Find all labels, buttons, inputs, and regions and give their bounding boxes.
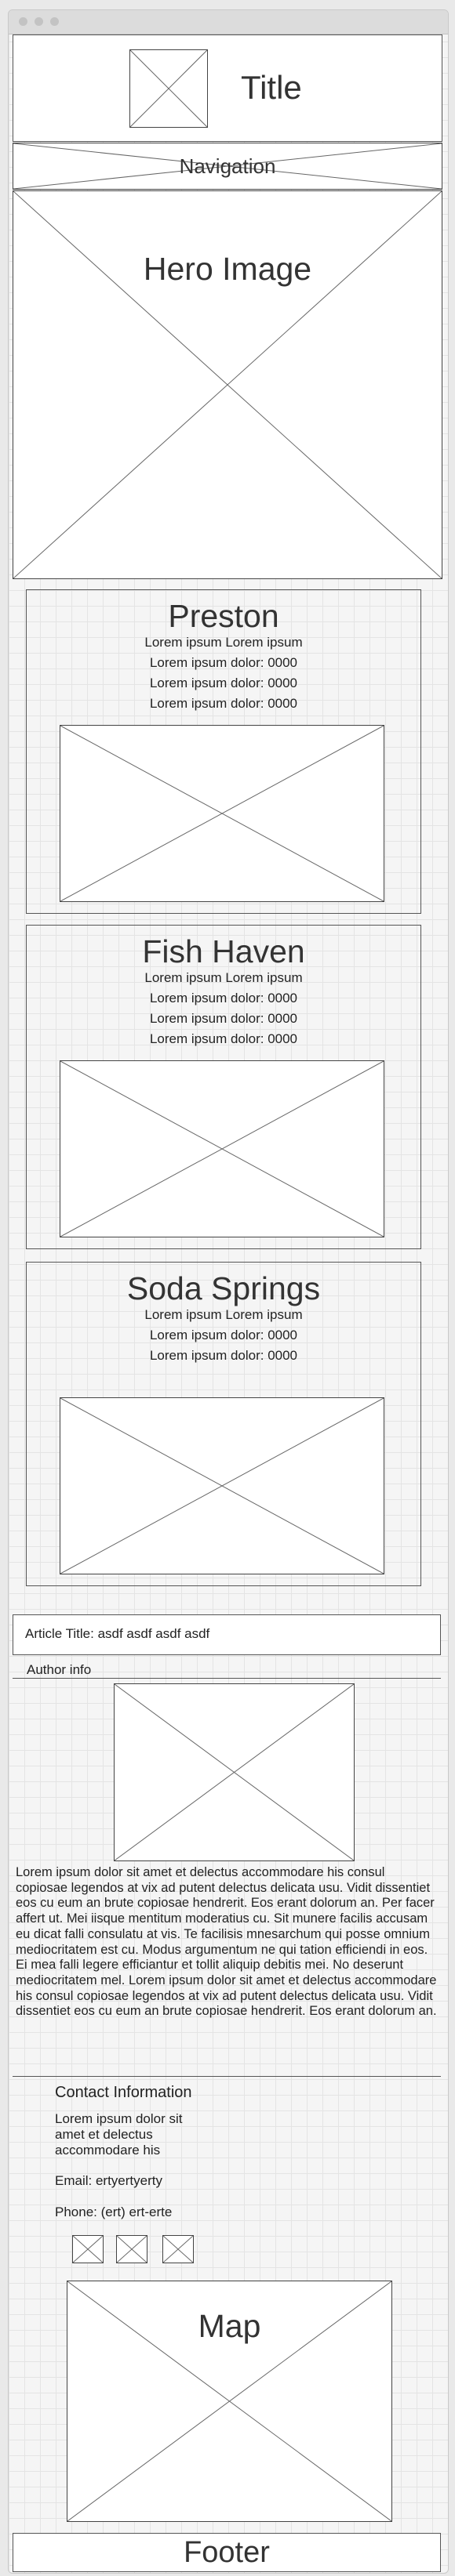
map-label: Map: [198, 2308, 261, 2344]
site-title: Title: [241, 69, 302, 106]
contact-address-line: accommodare his: [55, 2143, 161, 2158]
contact-heading: Contact Information: [55, 2084, 192, 2101]
card-title: Soda Springs: [126, 1270, 321, 1306]
navigation-label: Navigation: [179, 154, 276, 178]
article-title-box: Article Title: asdf asdf asdf asdf: [13, 1614, 441, 1655]
card-title: Fish Haven: [142, 933, 305, 969]
map-placeholder[interactable]: Map: [67, 2281, 392, 2522]
window-maximize-dot[interactable]: [50, 17, 59, 26]
window-close-dot[interactable]: [19, 17, 27, 26]
author-divider: [13, 1678, 441, 1679]
town-card: Preston Lorem ipsum Lorem ipsum Lorem ip…: [26, 589, 421, 914]
contact-divider: [13, 2076, 441, 2077]
footer: Footer: [13, 2533, 441, 2572]
card-detail-line: Lorem ipsum dolor: 0000: [149, 1031, 298, 1046]
window-titlebar: [9, 10, 448, 34]
hero-image: Hero Image: [13, 190, 442, 579]
window-minimize-dot[interactable]: [35, 17, 43, 26]
card-detail-line: Lorem ipsum dolor: 0000: [149, 655, 298, 670]
contact-email[interactable]: Email: ertyertyerty: [55, 2173, 162, 2189]
town-card: Soda Springs Lorem ipsum Lorem ipsum Lor…: [26, 1262, 421, 1586]
navigation-bar[interactable]: Navigation: [13, 143, 442, 190]
card-subtitle: Lorem ipsum Lorem ipsum: [144, 635, 303, 650]
social-icon[interactable]: [72, 2235, 104, 2263]
card-detail-line: Lorem ipsum dolor: 0000: [149, 696, 298, 711]
article-title: Article Title: asdf asdf asdf asdf: [25, 1626, 210, 1641]
card-detail-line: Lorem ipsum dolor: 0000: [149, 991, 298, 1005]
social-icon[interactable]: [116, 2235, 147, 2263]
card-detail-line: Lorem ipsum dolor: 0000: [149, 1348, 298, 1363]
card-detail-line: Lorem ipsum dolor: 0000: [149, 1328, 298, 1342]
contact-phone[interactable]: Phone: (ert) ert-erte: [55, 2205, 172, 2220]
card-image: [60, 725, 384, 902]
author-info: Author info: [27, 1662, 92, 1677]
card-title: Preston: [168, 598, 279, 634]
card-image: [60, 1397, 384, 1574]
article-body: Lorem ipsum dolor sit amet et delectus a…: [16, 1865, 437, 2019]
card-subtitle: Lorem ipsum Lorem ipsum: [144, 1307, 303, 1322]
card-detail-line: Lorem ipsum dolor: 0000: [149, 1011, 298, 1026]
card-image: [60, 1060, 384, 1237]
card-subtitle: Lorem ipsum Lorem ipsum: [144, 970, 303, 985]
contact-address-line: amet et delectus: [55, 2127, 153, 2142]
logo-placeholder-icon[interactable]: [129, 49, 208, 128]
contact-address-line: Lorem ipsum dolor sit: [55, 2111, 183, 2126]
town-card: Fish Haven Lorem ipsum Lorem ipsum Lorem…: [26, 925, 421, 1249]
header: Title: [13, 34, 442, 142]
footer-label: Footer: [184, 2536, 270, 2569]
social-icon[interactable]: [162, 2235, 194, 2263]
card-detail-line: Lorem ipsum dolor: 0000: [149, 676, 298, 690]
hero-label: Hero Image: [143, 251, 312, 287]
article-image: [114, 1683, 355, 1861]
